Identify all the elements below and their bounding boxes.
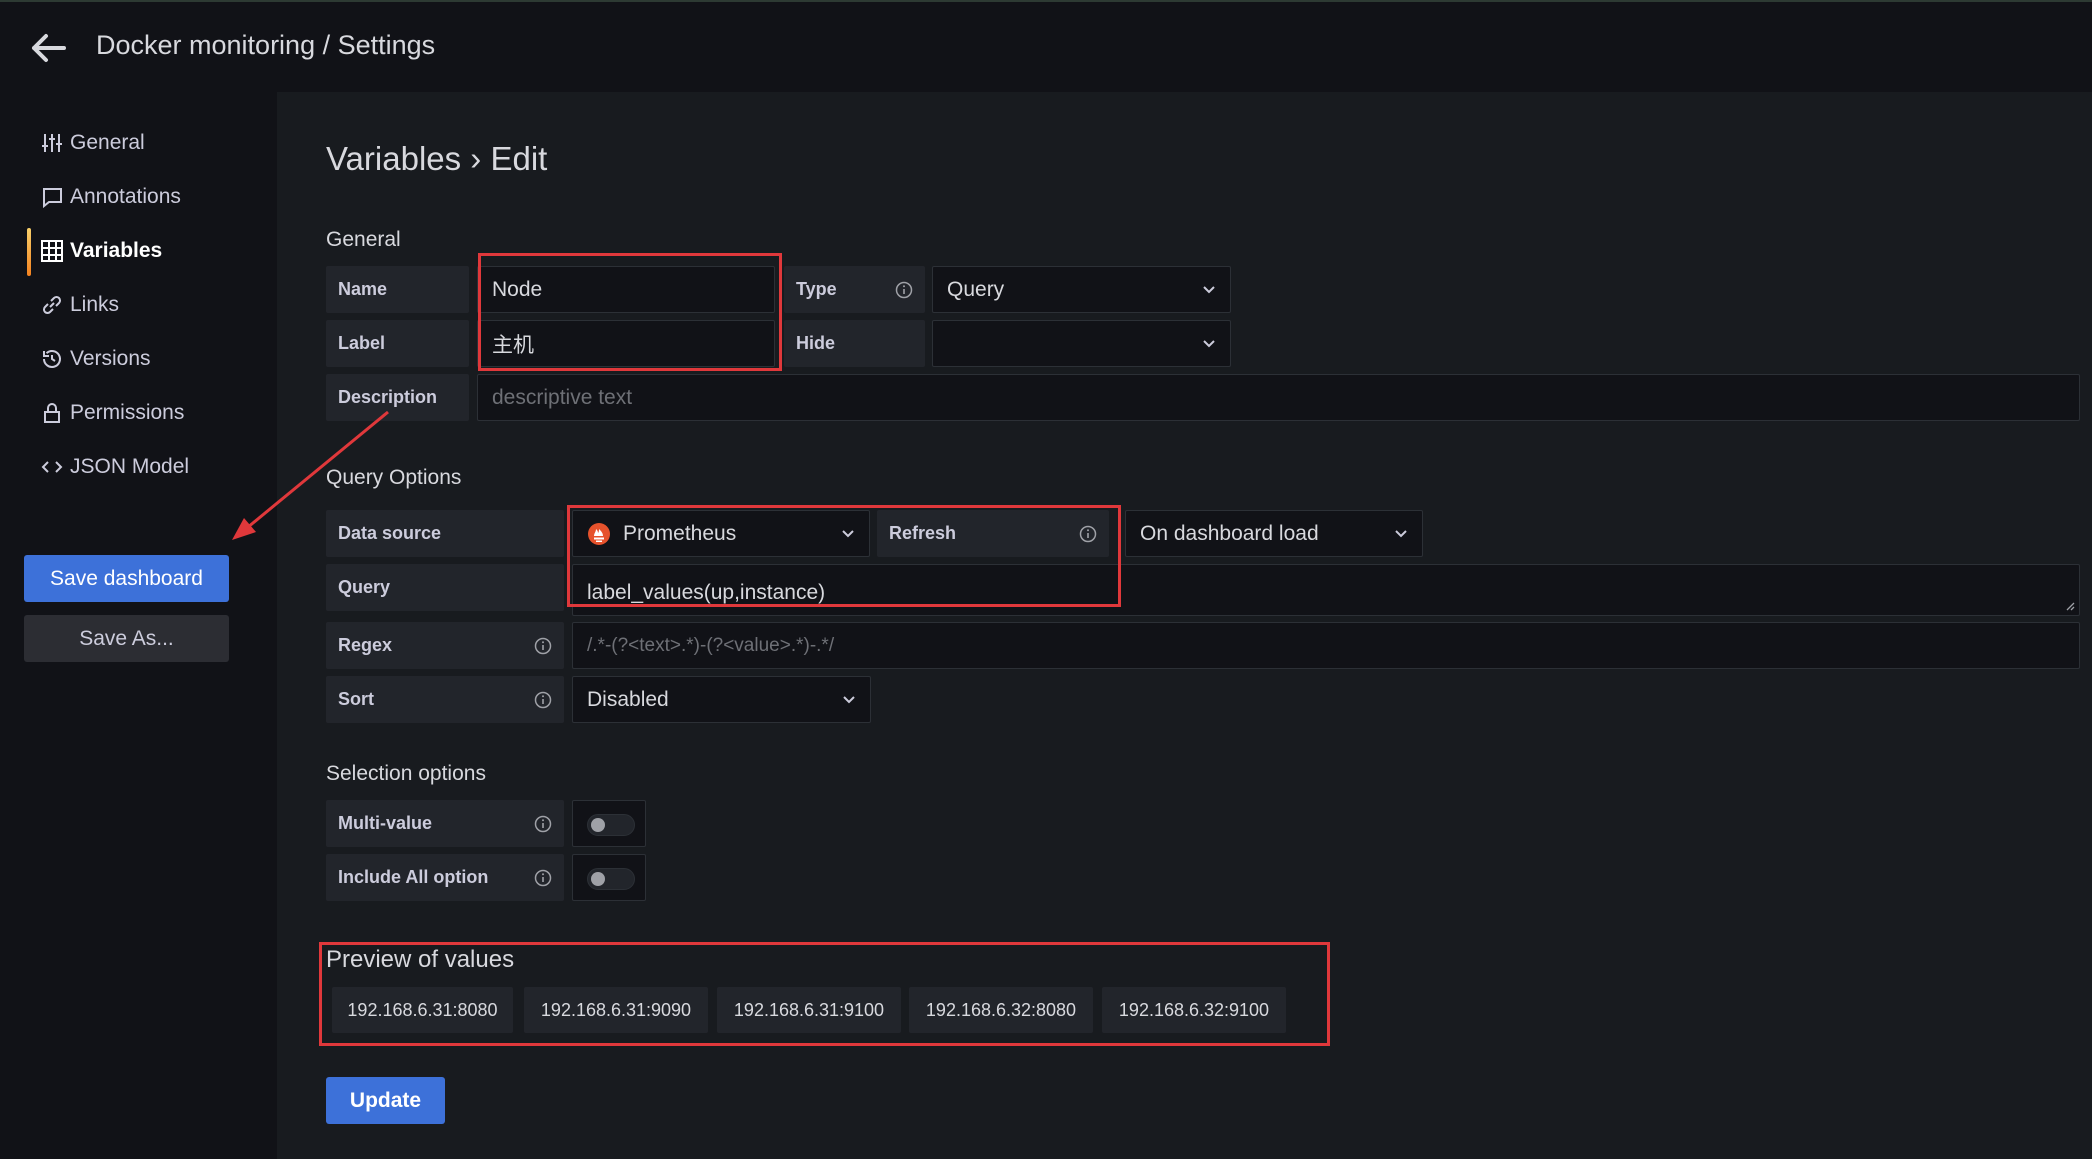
chevron-down-icon [843,695,855,703]
sidebar-item-general[interactable]: General [40,126,145,160]
include-all-label: Include All option [326,854,564,901]
info-icon[interactable] [534,815,552,833]
active-indicator [27,228,31,276]
sidebar-item-label: Versions [70,347,151,370]
include-all-label-text: Include All option [338,867,489,887]
sidebar-item-permissions[interactable]: Permissions [40,396,184,430]
window-top-border [0,0,2092,2]
comment-icon [40,185,64,209]
code-icon [40,455,64,479]
sidebar-item-links[interactable]: Links [40,288,119,322]
query-value: label_values(up,instance) [587,581,826,604]
datasource-select[interactable]: Prometheus [572,510,870,557]
label-input[interactable]: 主机 [477,320,775,367]
type-label-text: Type [796,279,837,299]
sidebar-item-label: Variables [70,239,163,262]
sidebar-item-variables[interactable]: Variables [40,234,162,268]
section-title-general: General [326,228,401,251]
sidebar-item-json-model[interactable]: JSON Model [40,450,189,484]
label-label: Label [326,320,469,367]
sliders-icon [40,131,64,155]
sort-select[interactable]: Disabled [572,676,871,723]
regex-input[interactable]: /.*-(?<text>.*)-(?<value>.*)-.*/ [572,622,2080,669]
name-label: Name [326,266,469,313]
calculator-icon [40,239,64,263]
preview-value-chip: 192.168.6.32:8080 [909,987,1093,1033]
sidebar-item-annotations[interactable]: Annotations [40,180,181,214]
chevron-down-icon [1203,285,1215,293]
section-title-preview: Preview of values [326,946,515,973]
info-icon[interactable] [895,281,913,299]
back-arrow-icon[interactable] [30,30,70,66]
regex-label-text: Regex [338,635,393,655]
annotation-arrow-icon [232,410,389,540]
lock-icon [40,401,64,425]
preview-value-chip: 192.168.6.31:9100 [717,987,901,1033]
toggle-track [587,868,635,890]
resize-handle-icon[interactable] [2063,599,2075,611]
sidebar-item-versions[interactable]: Versions [40,342,151,376]
sidebar-item-label: Annotations [70,185,181,208]
label-value: 主机 [492,333,534,357]
type-value: Query [947,277,1005,301]
preview-value-chip: 192.168.6.31:8080 [332,987,513,1033]
type-label: Type [784,266,925,313]
sidebar-item-label: General [70,131,145,154]
info-icon[interactable] [534,869,552,887]
sort-value: Disabled [587,687,669,711]
query-textarea[interactable]: label_values(up,instance) [572,564,2080,616]
sidebar-item-label: Links [70,293,120,316]
save-as-button[interactable]: Save As... [24,615,229,662]
type-select[interactable]: Query [932,266,1231,313]
name-value: Node [492,277,543,301]
hide-select[interactable] [932,320,1231,367]
preview-value-chip: 192.168.6.31:9090 [524,987,708,1033]
query-label: Query [326,564,564,611]
preview-value-chip: 192.168.6.32:9100 [1102,987,1286,1033]
refresh-label-text: Refresh [889,523,957,543]
info-icon[interactable] [534,691,552,709]
section-title-selection-options: Selection options [326,762,486,785]
history-icon [40,347,64,371]
regex-label: Regex [326,622,564,669]
multi-value-label: Multi-value [326,800,564,847]
sort-label-text: Sort [338,689,374,709]
datasource-value: Prometheus [623,521,737,545]
chevron-down-icon [1203,339,1215,347]
multi-value-label-text: Multi-value [338,813,433,833]
sidebar-item-label: JSON Model [70,455,190,478]
refresh-select[interactable]: On dashboard load [1125,510,1423,557]
prometheus-icon [587,522,611,546]
hide-label: Hide [784,320,925,367]
chevron-down-icon [842,529,854,537]
page-title: Variables › Edit [326,140,548,177]
refresh-label: Refresh [877,510,1109,557]
toggle-knob [591,818,605,832]
regex-placeholder: /.*-(?<text>.*)-(?<value>.*)-.*/ [587,634,835,656]
breadcrumb: Docker monitoring / Settings [96,30,436,60]
sidebar-item-label: Permissions [70,401,185,424]
toggle-track [587,814,635,836]
save-dashboard-button[interactable]: Save dashboard [24,555,229,602]
refresh-value: On dashboard load [1140,521,1319,545]
description-input[interactable]: descriptive text [477,374,2080,421]
info-icon[interactable] [1079,525,1097,543]
multi-value-toggle[interactable] [572,800,646,847]
sort-label: Sort [326,676,564,723]
name-input[interactable]: Node [477,266,775,313]
update-button[interactable]: Update [326,1077,445,1124]
info-icon[interactable] [534,637,552,655]
chevron-down-icon [1395,529,1407,537]
toggle-knob [591,872,605,886]
link-icon [40,293,64,317]
description-placeholder: descriptive text [492,385,633,409]
include-all-toggle[interactable] [572,854,646,901]
